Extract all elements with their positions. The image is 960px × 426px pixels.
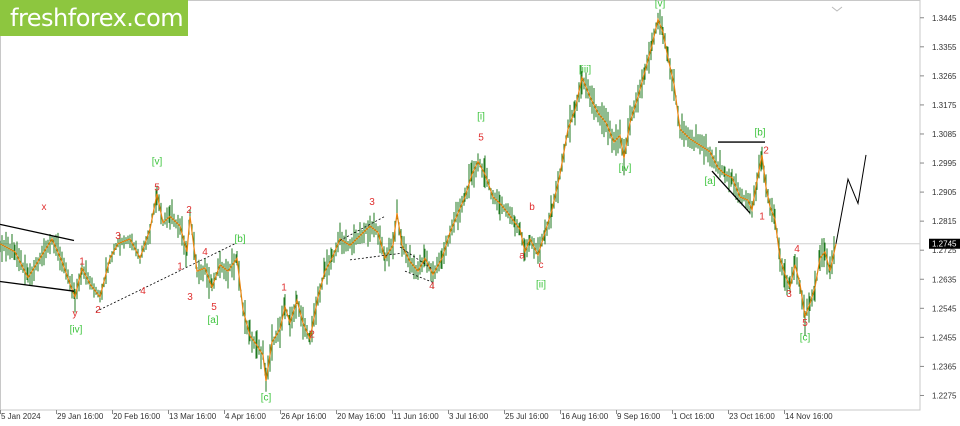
wave-label: 4 (202, 247, 208, 258)
wave-label: 2 (309, 329, 315, 340)
x-tick-label: 11 Jun 16:00 (393, 412, 439, 421)
wave-label: 4 (794, 244, 800, 255)
brand-logo: freshforex.com (0, 0, 188, 36)
wave-label: 3 (115, 231, 121, 242)
y-tick-label: 1.3085 (932, 130, 957, 139)
wave-label: 2 (763, 145, 769, 156)
x-tick-label: 29 Jan 16:00 (57, 412, 104, 421)
x-tick-label: 20 May 16:00 (337, 412, 386, 421)
wave-label: [iii] (579, 65, 591, 76)
wave-label: 5 (154, 182, 160, 193)
price-line (0, 17, 837, 382)
wave-label: 1 (177, 262, 183, 273)
wave-label: 3 (369, 197, 375, 208)
wave-label: 1 (281, 283, 287, 294)
wave-label: c (539, 260, 544, 271)
wave-label: 5 (802, 318, 808, 329)
wave-label: 5 (478, 132, 484, 143)
wave-label: [a] (704, 176, 715, 187)
wave-label: [a] (207, 315, 218, 326)
wave-label: 1 (759, 212, 765, 223)
wave-label: 4 (140, 286, 146, 297)
wave-label: [v] (655, 0, 666, 9)
wave-label: [iv] (619, 163, 632, 174)
wave-label: [c] (261, 392, 272, 403)
trendline (0, 280, 75, 292)
projection-path (835, 154, 867, 244)
wave-label: [ii] (536, 279, 546, 290)
wave-label: [v] (152, 157, 163, 168)
wave-label: [iv] (70, 325, 83, 336)
y-tick-label: 1.3445 (932, 14, 957, 23)
y-tick-label: 1.2635 (932, 275, 957, 284)
wave-label: b (529, 202, 535, 213)
y-tick-label: 1.3265 (932, 72, 957, 81)
x-tick-label: 16 Aug 16:00 (561, 412, 609, 421)
x-tick-label: 26 Apr 16:00 (281, 412, 327, 421)
x-tick-label: 25 Jul 16:00 (505, 412, 549, 421)
trendline (0, 223, 75, 242)
y-tick-label: 1.2455 (932, 333, 957, 342)
current-price-label: 1.2745 (932, 240, 957, 249)
y-tick-label: 1.2545 (932, 304, 957, 313)
wave-label: 2 (95, 305, 101, 316)
x-tick-label: 4 Apr 16:00 (225, 412, 266, 421)
x-tick-label: 9 Sep 16:00 (617, 412, 661, 421)
wave-label: x (42, 202, 47, 213)
y-tick-label: 1.2365 (932, 362, 957, 371)
y-tick-label: 1.3175 (932, 101, 957, 110)
wave-label: 3 (786, 289, 792, 300)
chart: x 1 y [iv] 2 3 4 [v] 5 2 1 4 3 5 [a] [b] [c] 1 2 3 4 [i] 5 b a c [… (0, 0, 960, 421)
wave-label: y (73, 308, 78, 319)
x-tick-label: 23 Oct 16:00 (729, 412, 775, 421)
x-tick-label: 20 Feb 16:00 (113, 412, 161, 421)
x-tick-label: 5 Jan 2024 (1, 412, 41, 421)
x-tick-label: 13 Mar 16:00 (169, 412, 217, 421)
wave-label: 1 (79, 257, 85, 268)
wave-label: 4 (429, 281, 435, 292)
y-tick-label: 1.2275 (932, 391, 957, 400)
wave-label: 2 (186, 205, 192, 216)
x-tick-label: 1 Oct 16:00 (673, 412, 715, 421)
y-tick-label: 1.2815 (932, 217, 957, 226)
wave-label: 3 (187, 292, 193, 303)
y-tick-label: 1.2995 (932, 159, 957, 168)
wave-label: [b] (754, 128, 765, 139)
window-menu-icon[interactable] (830, 0, 844, 12)
wave-label: a (519, 250, 525, 261)
x-tick-label: 3 Jul 16:00 (449, 412, 489, 421)
y-tick-label: 1.2905 (932, 188, 957, 197)
wave-label: [c] (800, 333, 811, 344)
wave-label: [i] (477, 111, 485, 122)
wave-label: 5 (211, 302, 217, 313)
price-chart: x 1 y [iv] 2 3 4 [v] 5 2 1 4 3 5 [a] [b] [c] 1 2 3 4 [i] 5 b a c [… (0, 0, 960, 421)
y-tick-label: 1.3355 (932, 43, 957, 52)
x-tick-label: 14 Nov 16:00 (785, 412, 833, 421)
wave-label: [b] (234, 234, 245, 245)
